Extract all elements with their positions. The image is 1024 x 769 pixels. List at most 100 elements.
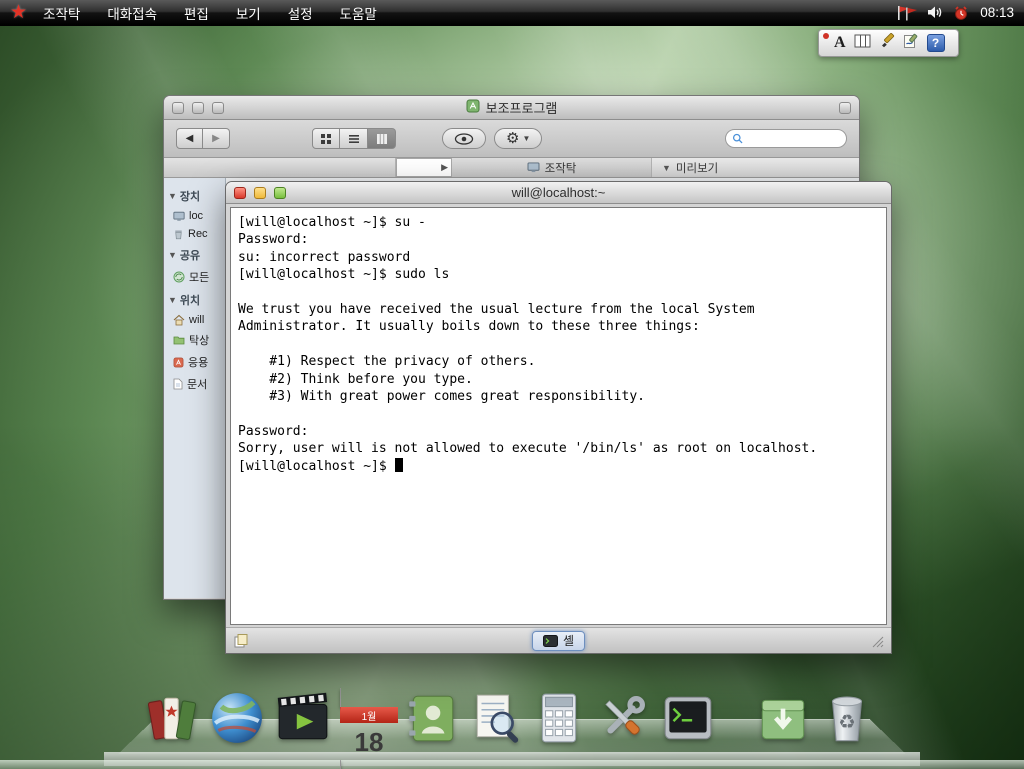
sidebar-item[interactable]: 모든 <box>164 266 225 288</box>
sidebar-item[interactable]: loc <box>164 207 225 225</box>
text-tool-icon[interactable]: A <box>834 34 846 52</box>
icon-view-button[interactable] <box>312 128 340 149</box>
palette-close-icon[interactable] <box>823 33 829 39</box>
preview-eye-button[interactable] <box>442 128 486 149</box>
triangle-down-icon: ▼ <box>168 191 177 201</box>
dock-item-documents[interactable] <box>143 689 201 747</box>
back-button[interactable]: ◀ <box>176 128 203 149</box>
help-icon[interactable]: ? <box>927 34 945 52</box>
desktop-folder-icon <box>173 335 185 345</box>
search-field[interactable] <box>725 129 847 148</box>
close-button[interactable] <box>172 102 184 114</box>
menu-item-connect[interactable]: 대화접속 <box>107 3 157 23</box>
sidebar-section-devices[interactable]: ▼ 장치 <box>164 184 225 207</box>
minimize-button[interactable] <box>192 102 204 114</box>
books-icon <box>143 689 201 747</box>
column-header-main[interactable]: 조작탁 <box>452 158 652 177</box>
flags-icon[interactable] <box>896 5 918 21</box>
column-view-button[interactable] <box>368 128 396 149</box>
address-book-icon <box>402 689 460 747</box>
menu-item-edit[interactable]: 편집 <box>184 3 209 23</box>
terminal-output[interactable]: [will@localhost ~]$ su - Password: su: i… <box>230 207 887 625</box>
file-manager-titlebar[interactable]: 보조프로그램 <box>164 96 859 120</box>
dock-floor <box>0 760 1024 769</box>
pen-tool-icon[interactable] <box>879 33 895 53</box>
terminal-line <box>238 405 879 422</box>
terminal-line <box>238 336 879 353</box>
media-player-icon <box>274 689 332 747</box>
terminal-line: Sorry, user will is not allowed to execu… <box>238 440 879 457</box>
shell-tab-label: 셸 <box>563 632 574 649</box>
clock[interactable]: 08:13 <box>980 5 1014 20</box>
menu-list: 조작탁 대화접속 편집 보기 설정 도움말 <box>43 3 377 23</box>
column-scroll-box[interactable]: ▶ <box>396 158 452 177</box>
computer-icon <box>173 211 185 222</box>
sidebar-item[interactable]: 문서 <box>164 373 225 395</box>
triangle-down-icon: ▼ <box>662 163 671 173</box>
alarm-clock-icon[interactable] <box>953 5 969 21</box>
desktop: ★ 조작탁 대화접속 편집 보기 설정 도움말 08:13 A <box>0 0 1024 769</box>
dock-item-terminal[interactable] <box>659 689 717 747</box>
terminal-titlebar[interactable]: will@localhost:~ <box>226 182 891 204</box>
terminal-line: #3) With great power comes great respons… <box>238 388 879 405</box>
resize-grip[interactable] <box>870 634 884 648</box>
nav-buttons: ◀ ▶ <box>176 128 230 149</box>
prompt-text: [will@localhost ~]$ <box>238 459 395 474</box>
shell-tab[interactable]: 셸 <box>532 631 585 651</box>
zoom-button[interactable] <box>274 187 286 199</box>
network-share-icon <box>173 271 185 283</box>
sidebar-item[interactable]: will <box>164 311 225 329</box>
sidebar-item[interactable]: 탁상 <box>164 329 225 351</box>
zoom-button[interactable] <box>212 102 224 114</box>
sidebar-item[interactable]: Rec <box>164 225 225 243</box>
sidebar-item-label: 모든 <box>189 269 209 285</box>
dock-item-package-installer[interactable] <box>754 689 812 747</box>
dock-item-trash[interactable]: ♻ <box>818 689 876 747</box>
toolbar-toggle-button[interactable] <box>839 102 851 114</box>
menu-item-desktop[interactable]: 조작탁 <box>43 3 80 23</box>
actions-gear-button[interactable]: ⚙ ▼ <box>494 128 542 149</box>
sidebar-item-label: 문서 <box>187 376 207 392</box>
menu-item-view[interactable]: 보기 <box>236 3 261 23</box>
dock-item-calendar[interactable]: 1월 18 <box>340 689 398 747</box>
system-star-icon[interactable]: ★ <box>10 3 27 22</box>
sidebar-section-places[interactable]: ▼ 위치 <box>164 288 225 311</box>
computer-icon <box>527 162 540 173</box>
header-spacer <box>164 158 396 177</box>
panels-tool-icon[interactable] <box>854 34 871 53</box>
dock-item-media-player[interactable] <box>274 689 332 747</box>
new-tab-button[interactable] <box>233 633 249 649</box>
recycle-bin-icon <box>173 228 184 240</box>
terminal-line <box>238 284 879 301</box>
gear-icon: ⚙ <box>506 131 519 146</box>
dock-item-system-tools[interactable] <box>594 689 652 747</box>
list-view-button[interactable] <box>340 128 368 149</box>
dock-item-web-browser[interactable] <box>208 689 266 747</box>
terminal-line: Password: <box>238 231 879 248</box>
volume-icon[interactable] <box>927 5 944 20</box>
sidebar-item[interactable]: 응용 <box>164 351 225 373</box>
column-header-main-label: 조작탁 <box>545 160 577 176</box>
dock-item-calculator[interactable] <box>530 689 588 747</box>
sidebar-section-shared[interactable]: ▼ 공유 <box>164 243 225 266</box>
close-button[interactable] <box>234 187 246 199</box>
section-label: 장치 <box>180 188 200 204</box>
dock-item-file-search[interactable] <box>467 689 525 747</box>
terminal-dock-icon <box>659 689 717 747</box>
places-sidebar: ▼ 장치 loc Rec ▼ 공유 모든 <box>164 178 226 598</box>
menu-item-settings[interactable]: 설정 <box>288 3 313 23</box>
signature-tool-icon[interactable] <box>903 33 919 53</box>
triangle-right-icon: ▶ <box>441 162 448 173</box>
column-header-preview-label: 미리보기 <box>676 160 718 176</box>
dock-item-address-book[interactable] <box>402 689 460 747</box>
sidebar-item-label: 탁상 <box>189 332 209 348</box>
globe-icon <box>208 689 266 747</box>
column-header-preview[interactable]: ▼ 미리보기 <box>652 158 859 177</box>
terminal-line: [will@localhost ~]$ su - <box>238 214 879 231</box>
minimize-button[interactable] <box>254 187 266 199</box>
search-input[interactable] <box>747 133 840 145</box>
menu-item-help[interactable]: 도움말 <box>340 3 377 23</box>
section-label: 공유 <box>180 247 200 263</box>
forward-button[interactable]: ▶ <box>203 128 230 149</box>
terminal-line: We trust you have received the usual lec… <box>238 301 879 318</box>
